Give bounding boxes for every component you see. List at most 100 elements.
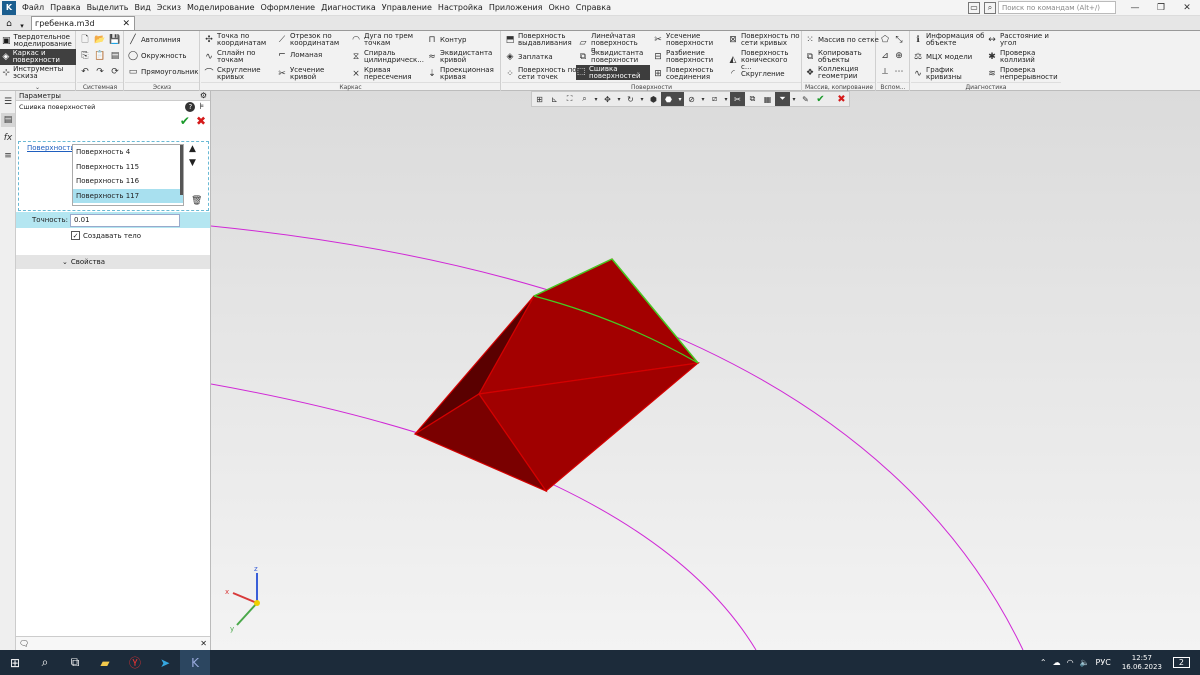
aux-axis-icon[interactable]: ⤡ bbox=[894, 35, 907, 45]
kompas-app-icon[interactable]: K bbox=[180, 650, 210, 675]
surfaces-list[interactable]: Поверхность 4 Поверхность 115 Поверхност… bbox=[72, 144, 184, 206]
continuity-check-button[interactable]: ≋ Проверка непрерывности bbox=[987, 67, 1057, 81]
save-icon[interactable]: 💾 bbox=[109, 35, 123, 45]
command-search-input[interactable]: Поиск по командам (Alt+/) bbox=[998, 1, 1116, 14]
open-icon[interactable]: 📂 bbox=[94, 35, 108, 45]
menu-apps[interactable]: Приложения bbox=[486, 3, 546, 12]
notifications-icon[interactable]: 2 bbox=[1172, 657, 1190, 668]
chevron-up-icon[interactable]: ⌃ bbox=[1040, 658, 1047, 667]
conic-surface-button[interactable]: ◭ Поверхность конического с... bbox=[728, 50, 800, 71]
contour-button[interactable]: ⊓ Контур bbox=[427, 35, 466, 45]
parameters-icon[interactable]: ▤ bbox=[1, 113, 15, 127]
create-body-checkbox[interactable]: ✓ bbox=[71, 231, 80, 240]
language-indicator[interactable]: РУС bbox=[1096, 658, 1111, 667]
curve-net-surface-button[interactable]: ⊠ Поверхность по сети кривых bbox=[728, 33, 800, 47]
menu-diagnostics[interactable]: Диагностика bbox=[318, 3, 379, 12]
variables-icon[interactable]: fx bbox=[1, 131, 15, 145]
copy-objects-button[interactable]: ⧉ Копировать объекты bbox=[805, 50, 873, 64]
split-surface-button[interactable]: ⊟ Разбиение поверхности bbox=[653, 50, 725, 64]
list-scrollbar[interactable] bbox=[180, 145, 183, 195]
model-viewport[interactable]: ⊞ ⊾ ⛶ ⌕ ▾ ✥ ▾ ↻ ▾ ⬢ ⬣ ▾ ⊘ ▾ ⧄ ▾ ✂ ⧉ ▦ ⏷ … bbox=[211, 91, 1200, 650]
stitch-surfaces-button[interactable]: ⬚ Сшивка поверхностей bbox=[576, 65, 650, 80]
extrude-surface-button[interactable]: ⬒ Поверхность выдавливания bbox=[505, 33, 577, 47]
list-item[interactable]: Поверхность 116 bbox=[73, 174, 183, 189]
patch-button[interactable]: ◈ Заплатка bbox=[505, 52, 553, 62]
layers-icon[interactable]: ≡ bbox=[1, 149, 15, 163]
properties-section-toggle[interactable]: ⌄ Свойства bbox=[16, 255, 210, 269]
close-tab-icon[interactable]: ✕ bbox=[122, 19, 130, 29]
properties-icon[interactable]: ▤ bbox=[110, 51, 123, 61]
menu-sketch[interactable]: Эскиз bbox=[154, 3, 184, 12]
menu-edit[interactable]: Правка bbox=[47, 3, 83, 12]
mode-expand-icon[interactable]: ⌄ bbox=[0, 82, 75, 91]
intersection-curve-button[interactable]: ⨯ Кривая пересечения bbox=[351, 67, 423, 81]
telegram-icon[interactable]: ➤ bbox=[150, 650, 180, 675]
object-info-button[interactable]: ℹ Информация об объекте bbox=[913, 33, 985, 47]
trim-surface-button[interactable]: ✂ Усечение поверхности bbox=[653, 33, 725, 47]
tree-view-icon[interactable]: ⊧ bbox=[199, 102, 204, 112]
model-tree-icon[interactable]: ☰ bbox=[1, 95, 15, 109]
move-down-icon[interactable]: ▼ bbox=[189, 158, 196, 168]
arc-3pt-button[interactable]: ◠ Дуга по трем точкам bbox=[351, 33, 423, 47]
file-explorer-icon[interactable]: ▰ bbox=[90, 650, 120, 675]
segment-coords-button[interactable]: ⟋ Отрезок по координатам bbox=[277, 33, 347, 47]
volume-icon[interactable]: 🔈 bbox=[1080, 658, 1090, 667]
undo-icon[interactable]: ↶ bbox=[80, 67, 93, 77]
menu-help[interactable]: Справка bbox=[573, 3, 614, 12]
yandex-browser-icon[interactable]: Ⓨ bbox=[120, 650, 150, 675]
rebuild-icon[interactable]: ⟳ bbox=[110, 67, 123, 77]
message-icon[interactable]: 🗨 bbox=[19, 639, 29, 648]
rectangle-button[interactable]: ▭ Прямоугольник bbox=[128, 67, 199, 77]
projection-curve-button[interactable]: ⇣ Проекционная кривая bbox=[427, 67, 497, 81]
menu-management[interactable]: Управление bbox=[379, 3, 435, 12]
menu-settings[interactable]: Настройка bbox=[435, 3, 486, 12]
chevron-down-icon[interactable]: ▾ bbox=[16, 22, 28, 30]
blend-surface-button[interactable]: ⊞ Поверхность соединения bbox=[653, 67, 725, 81]
menu-select[interactable]: Выделить bbox=[84, 3, 132, 12]
collision-check-button[interactable]: ✱ Проверка коллизий bbox=[987, 50, 1057, 64]
curve-fillet-button[interactable]: ⌒ Скругление кривых bbox=[204, 67, 272, 81]
menu-modeling[interactable]: Моделирование bbox=[184, 3, 258, 12]
grid-array-button[interactable]: ⁙ Массив по сетке bbox=[805, 35, 879, 45]
list-item-selected[interactable]: Поверхность 117 bbox=[73, 188, 183, 203]
trim-curve-button[interactable]: ✂ Усечение кривой bbox=[277, 67, 347, 81]
offset-surface-button[interactable]: ⧉ Эквидистанта поверхности bbox=[578, 50, 650, 64]
list-item[interactable]: Поверхность 115 bbox=[73, 160, 183, 175]
confirm-check-icon[interactable]: ✔ bbox=[180, 114, 190, 128]
surfaces-link[interactable]: Поверхности bbox=[27, 144, 75, 152]
gear-icon[interactable]: ⚙ bbox=[200, 91, 207, 100]
mass-props-button[interactable]: ⚖ МЦХ модели bbox=[913, 52, 972, 62]
polyline-button[interactable]: ⌐ Ломаная bbox=[277, 50, 322, 60]
mode-sketch-tools[interactable]: ⊹ Инструменты эскиза bbox=[0, 65, 76, 81]
spline-button[interactable]: ∿ Сплайн по точкам bbox=[204, 50, 272, 64]
geometry-collection-button[interactable]: ❖ Коллекция геометрии bbox=[805, 66, 873, 80]
point-coords-button[interactable]: ✣ Точка по координатам bbox=[204, 33, 272, 47]
clock[interactable]: 12:57 16.06.2023 bbox=[1122, 654, 1162, 672]
list-item[interactable]: Поверхность 4 bbox=[73, 145, 183, 160]
aux-plane-icon[interactable]: ⬠ bbox=[880, 35, 893, 45]
aux-measure-icon[interactable]: ⟂ bbox=[880, 67, 893, 77]
autoline-button[interactable]: ╱ Автолиния bbox=[128, 35, 180, 45]
point-net-surface-button[interactable]: ⁘ Поверхность по сети точек bbox=[505, 67, 577, 81]
close-panel-icon[interactable]: ✕ bbox=[200, 639, 207, 648]
panel-toggle-icon[interactable]: ▭ bbox=[968, 1, 980, 14]
windows-start-icon[interactable]: ⊞ bbox=[0, 650, 30, 675]
new-doc-icon[interactable]: 🗋 bbox=[80, 35, 93, 45]
document-tab[interactable]: гребенка.m3d ✕ bbox=[31, 16, 135, 30]
task-view-icon[interactable]: ⧉ bbox=[60, 650, 90, 675]
cancel-x-icon[interactable]: ✖ bbox=[196, 114, 206, 128]
helix-button[interactable]: ⧖ Спираль цилиндрическ... bbox=[351, 50, 424, 64]
distance-angle-button[interactable]: ↔ Расстояние и угол bbox=[987, 33, 1057, 47]
move-up-icon[interactable]: ▲ bbox=[189, 144, 196, 154]
menu-file[interactable]: Файл bbox=[19, 3, 47, 12]
create-body-row[interactable]: ✓ Создавать тело bbox=[71, 231, 141, 240]
aux-cs-icon[interactable]: ⊿ bbox=[880, 51, 893, 61]
mode-frame-surfaces[interactable]: ◈ Каркас и поверхности bbox=[0, 49, 76, 65]
mode-solid[interactable]: ▣ Твердотельное моделирование bbox=[0, 33, 76, 49]
minimize-icon[interactable]: — bbox=[1122, 3, 1148, 13]
menu-view[interactable]: Вид bbox=[132, 3, 154, 12]
aux-point-icon[interactable]: ⊕ bbox=[894, 51, 907, 61]
help-icon[interactable]: ? bbox=[185, 102, 196, 112]
accuracy-input[interactable]: 0.01 bbox=[70, 213, 180, 227]
menu-design[interactable]: Оформление bbox=[258, 3, 319, 12]
